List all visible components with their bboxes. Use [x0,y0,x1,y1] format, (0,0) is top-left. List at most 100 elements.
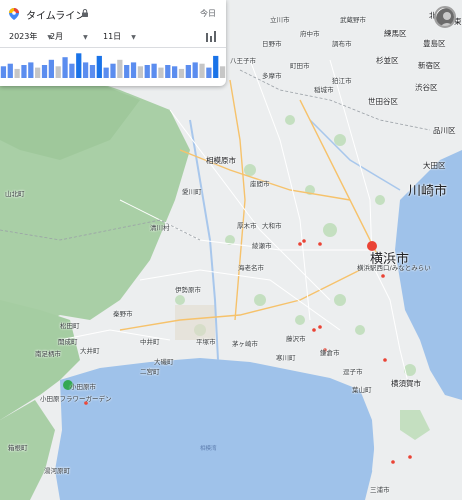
label-minamiashigara: 南足柄市 [35,350,61,358]
label-nerima: 練馬区 [384,29,407,38]
histogram-bar[interactable] [62,57,68,78]
histogram-bar[interactable] [219,66,226,78]
label-sagamihara: 相模原市 [206,156,236,165]
maps-pin-icon [9,8,19,20]
label-yokohama-station: 横浜駅西口/みなとみらい [357,264,431,272]
visit-dot [383,358,387,362]
label-chofu: 調布市 [332,40,352,48]
sagami-bay [55,358,375,500]
histogram-bar[interactable] [213,55,219,78]
label-hachioji: 八王子市 [230,57,256,65]
histogram-bar[interactable] [21,65,27,78]
label-atsugi: 厚木市 [237,222,257,230]
histogram-bar[interactable] [192,62,198,78]
today-button[interactable]: 今日 [200,8,216,19]
histogram-bar[interactable] [76,53,82,78]
histogram-bar[interactable] [130,62,137,78]
label-tama: 多摩市 [262,72,282,80]
divider [0,47,226,48]
chevron-down-icon: ▼ [131,34,136,41]
label-hino: 日野市 [262,40,282,48]
histogram-bar[interactable] [178,68,185,78]
label-miura: 三浦市 [370,486,390,494]
histogram-bar[interactable] [28,62,34,78]
label-setagaya: 世田谷区 [368,97,398,106]
label-hadano: 秦野市 [113,310,133,318]
label-chigasaki: 茅ヶ崎市 [232,340,258,348]
histogram-bar[interactable] [55,66,61,78]
lock-icon [82,9,88,17]
histogram-bar[interactable] [185,65,191,78]
histogram-bar[interactable] [110,63,116,78]
visit-dot [298,242,302,246]
histogram-bar[interactable] [14,68,20,78]
histogram-bar[interactable] [69,63,75,78]
visit-dot [408,455,412,459]
histogram-bar[interactable] [117,59,123,78]
label-yamato: 大和市 [262,222,282,230]
visit-dot [381,274,385,278]
label-musashino: 武蔵野市 [340,16,366,24]
histogram-bar[interactable] [35,67,41,78]
histogram-bar[interactable] [158,67,164,78]
histogram-bar[interactable] [144,65,150,78]
label-fuchu: 府中市 [300,30,320,38]
account-avatar[interactable] [434,6,456,28]
visit-dot [312,328,316,332]
label-aikawa: 愛川町 [182,188,202,196]
label-isehara: 伊勢原市 [175,286,201,294]
label-ebina: 海老名市 [238,264,264,272]
label-yokosuka: 横須賀市 [391,379,421,388]
label-suginami: 杉並区 [376,56,399,65]
timeline-title: タイムライン [26,11,86,22]
timeline-panel: タイムライン 今日 2023年 ▼ 2月 ▼ 11日 ▼ [0,0,226,86]
histogram-bar[interactable] [82,62,89,78]
label-samukawa: 寒川町 [276,354,296,362]
year-select[interactable]: 2023年 ▼ [9,31,52,42]
histogram-bar[interactable] [89,65,96,78]
label-inagi: 稲城市 [314,86,334,94]
label-toshima: 豊島区 [423,39,446,48]
histogram-bar[interactable] [137,66,144,78]
label-oiso: 大磯町 [154,358,174,366]
bar-chart-icon[interactable] [203,30,219,44]
day-select[interactable]: 11日 ▼ [103,31,136,42]
label-yugawara: 湯河原町 [44,467,70,475]
histogram-bar[interactable] [103,67,109,78]
label-tachikawa: 立川市 [270,16,290,24]
activity-histogram[interactable] [0,50,226,80]
label-oi: 大井町 [80,347,100,355]
histogram-bar[interactable] [96,55,102,78]
histogram-bar[interactable] [124,65,130,78]
label-hiratsuka: 平塚市 [196,338,216,346]
histogram-bar[interactable] [7,63,13,78]
month-select[interactable]: 2月 ▼ [50,31,88,42]
histogram-bar[interactable] [165,65,171,78]
label-ota: 大田区 [423,161,446,170]
histogram-bar[interactable] [41,65,48,78]
histogram-bar[interactable] [48,59,54,78]
label-ayase: 綾瀬市 [252,242,272,250]
histogram-bar[interactable] [151,63,157,78]
label-sagami-bay: 相模湾 [200,446,217,452]
year-value: 2023年 [9,32,38,41]
label-chuo: 中井町 [140,338,160,346]
label-kawasaki: 川崎市 [408,184,448,199]
histogram-bar[interactable] [172,66,178,78]
histogram-bar[interactable] [206,67,212,78]
label-ninomiya: 二宮町 [140,368,160,376]
visit-dot [318,325,322,329]
label-shinjuku: 新宿区 [418,61,441,70]
label-hayama: 葉山町 [352,386,372,394]
histogram-bar[interactable] [0,66,7,78]
label-fujisawa: 藤沢市 [286,335,306,343]
label-yamakita: 山北町 [5,190,25,198]
label-komae: 狛江市 [332,77,352,85]
histogram-bar[interactable] [199,63,205,78]
visit-dot [391,460,395,464]
label-kamakura: 鎌倉市 [320,349,340,357]
label-zama: 座間市 [250,180,270,188]
label-shibuya: 渋谷区 [415,83,438,92]
label-zushi: 逗子市 [343,368,363,376]
month-value: 2月 [50,32,64,41]
